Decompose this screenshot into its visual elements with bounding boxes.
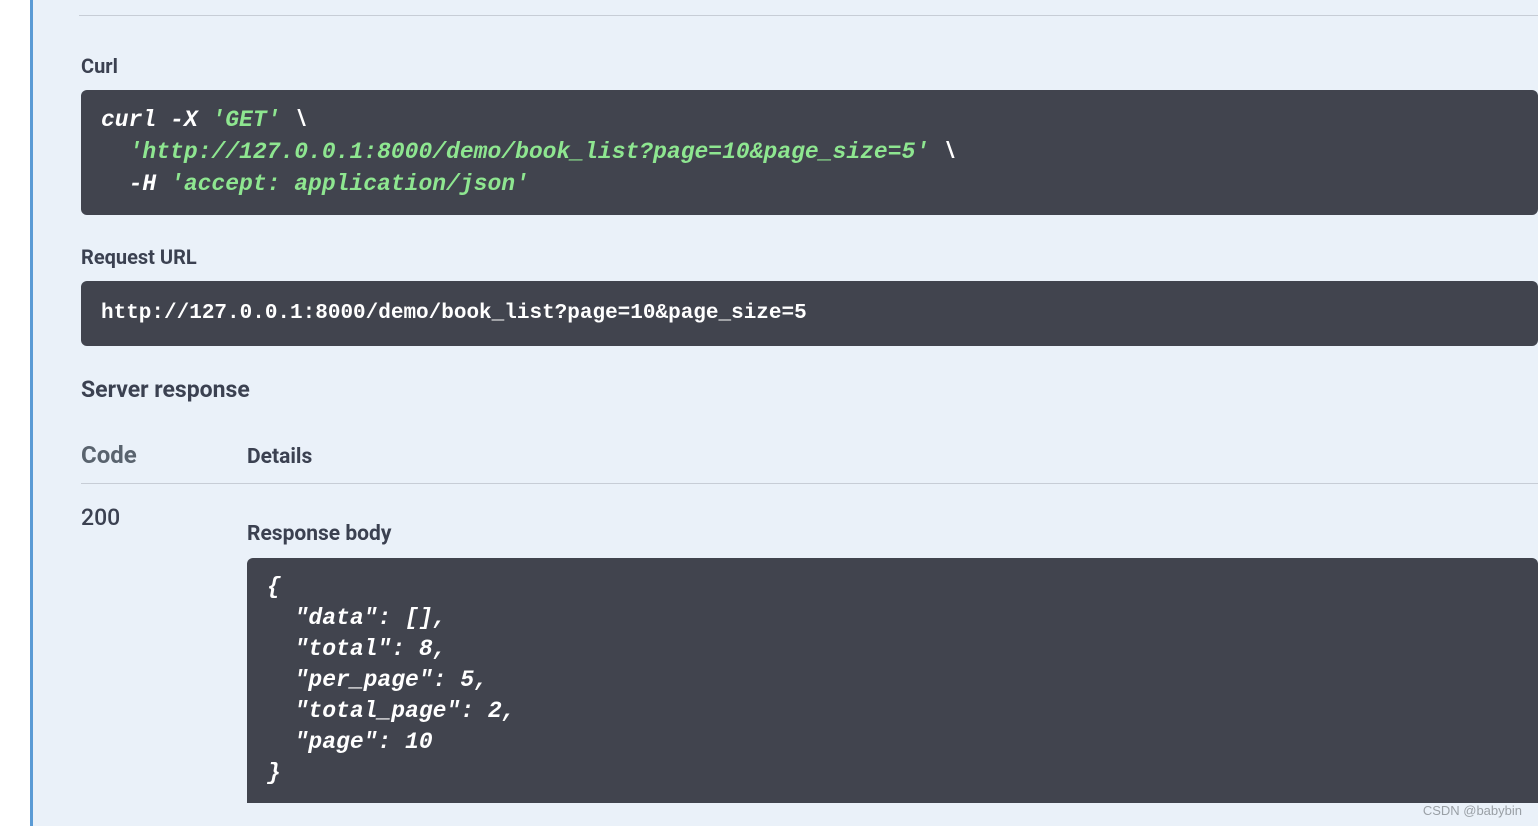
json-perpage-colon: : bbox=[433, 667, 461, 693]
curl-line1-prefix: curl -X bbox=[101, 107, 211, 133]
curl-line1-suffix: \ bbox=[280, 107, 308, 133]
response-header-row: Code Details bbox=[81, 441, 1538, 484]
response-body-label: Response body bbox=[247, 522, 1538, 546]
response-status-code: 200 bbox=[81, 502, 247, 531]
code-column-header: Code bbox=[81, 441, 137, 469]
swagger-response-panel: Curl curl -X 'GET' \ 'http://127.0.0.1:8… bbox=[30, 0, 1538, 826]
curl-line3-prefix: -H bbox=[101, 171, 170, 197]
json-page-key: "page" bbox=[267, 729, 377, 755]
json-open: { bbox=[267, 574, 281, 600]
curl-method: 'GET' bbox=[211, 107, 280, 133]
json-close: } bbox=[267, 760, 281, 786]
json-total-val: 8 bbox=[419, 636, 433, 662]
json-data-key: "data" bbox=[267, 605, 377, 631]
json-total-key: "total" bbox=[267, 636, 391, 662]
server-response-section-label: Server response bbox=[81, 376, 1538, 403]
response-body-block[interactable]: { "data": [], "total": 8, "per_page": 5,… bbox=[247, 558, 1538, 803]
response-details: Response body { "data": [], "total": 8, … bbox=[247, 502, 1538, 803]
watermark: CSDN @babybin bbox=[1423, 803, 1522, 818]
curl-section-label: Curl bbox=[81, 54, 1538, 78]
curl-line2-suffix: \ bbox=[929, 139, 957, 165]
json-perpage-key: "per_page" bbox=[267, 667, 433, 693]
json-totalpage-comma: , bbox=[502, 698, 516, 724]
json-data-comma: , bbox=[433, 605, 447, 631]
json-data-colon: : bbox=[377, 605, 405, 631]
json-perpage-comma: , bbox=[474, 667, 488, 693]
curl-line2-indent bbox=[101, 139, 129, 165]
request-url-value: http://127.0.0.1:8000/demo/book_list?pag… bbox=[101, 302, 807, 325]
json-totalpage-key: "total_page" bbox=[267, 698, 460, 724]
json-page-val: 10 bbox=[405, 729, 433, 755]
curl-command-block[interactable]: curl -X 'GET' \ 'http://127.0.0.1:8000/d… bbox=[81, 90, 1538, 215]
json-totalpage-val: 2 bbox=[488, 698, 502, 724]
json-page-colon: : bbox=[377, 729, 405, 755]
request-url-block[interactable]: http://127.0.0.1:8000/demo/book_list?pag… bbox=[81, 281, 1538, 346]
json-total-comma: , bbox=[433, 636, 447, 662]
json-total-colon: : bbox=[391, 636, 419, 662]
json-data-val: [] bbox=[405, 605, 433, 631]
response-row: 200 Response body { "data": [], "total":… bbox=[81, 502, 1538, 803]
json-perpage-val: 5 bbox=[460, 667, 474, 693]
request-url-section-label: Request URL bbox=[81, 245, 1538, 269]
curl-header: 'accept: application/json' bbox=[170, 171, 529, 197]
top-divider bbox=[79, 15, 1538, 16]
curl-url: 'http://127.0.0.1:8000/demo/book_list?pa… bbox=[129, 139, 930, 165]
json-totalpage-colon: : bbox=[460, 698, 488, 724]
details-column-header: Details bbox=[247, 445, 312, 469]
